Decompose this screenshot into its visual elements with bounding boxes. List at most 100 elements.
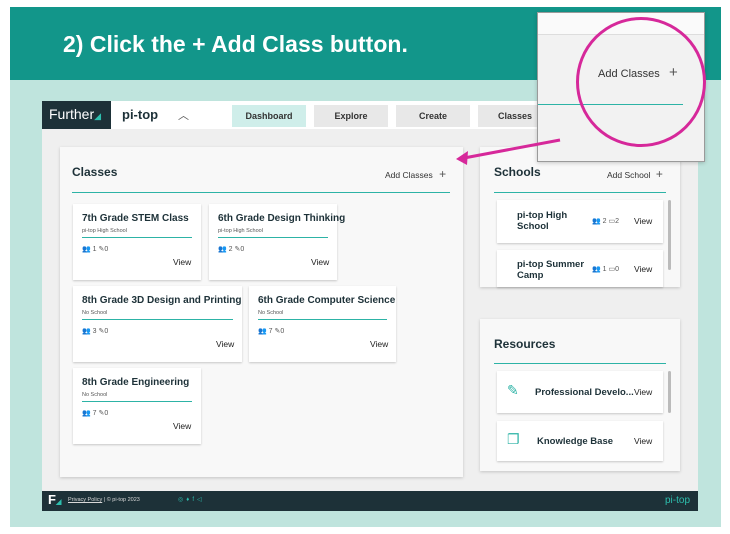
class-stats: 👥 1 ✎0 bbox=[82, 245, 108, 253]
school-card[interactable]: pi-top Summer Camp 👥 1 ▭0 View bbox=[497, 250, 663, 287]
class-count: 2 bbox=[615, 218, 620, 225]
school-selector[interactable]: pi-top bbox=[122, 107, 158, 122]
students-icon: 👥 bbox=[218, 246, 227, 253]
students-icon: 👥 bbox=[82, 328, 91, 335]
add-classes-label: Add Classes bbox=[385, 170, 433, 180]
class-title: 7th Grade STEM Class bbox=[82, 213, 189, 224]
plus-icon: + bbox=[439, 167, 447, 181]
discord-icon[interactable]: ◁ bbox=[197, 497, 205, 503]
students-icon: 👥 bbox=[258, 328, 267, 335]
highlight-circle bbox=[576, 17, 706, 147]
classes-divider bbox=[72, 192, 450, 193]
view-link[interactable]: View bbox=[634, 387, 652, 397]
resource-card[interactable]: ❐ Knowledge Base View bbox=[497, 421, 663, 461]
card-divider bbox=[82, 401, 192, 402]
class-stats: 👥 2 ✎0 bbox=[218, 245, 244, 253]
school-name: pi-top Summer Camp bbox=[517, 259, 585, 281]
student-count: 3 bbox=[92, 328, 97, 335]
school-name: pi-top High School bbox=[517, 210, 568, 232]
resources-panel: Resources ✎ Professional Develo... View … bbox=[480, 319, 680, 471]
footer-logo-text: F bbox=[48, 492, 56, 507]
students-icon: 👥 bbox=[592, 266, 601, 273]
further-logo[interactable]: Further◢ bbox=[42, 101, 111, 129]
privacy-link[interactable]: Privacy Policy bbox=[68, 497, 102, 503]
class-title: 8th Grade Engineering bbox=[82, 377, 190, 388]
view-link[interactable]: View bbox=[634, 264, 652, 274]
logo-accent-icon: ◢ bbox=[55, 499, 62, 506]
plus-icon: + bbox=[655, 167, 663, 181]
student-count: 7 bbox=[268, 328, 273, 335]
class-school: No School bbox=[82, 392, 108, 398]
resource-card[interactable]: ✎ Professional Develo... View bbox=[497, 371, 663, 413]
student-count: 1 bbox=[602, 266, 607, 273]
schools-panel: Schools Add School + pi-top High School … bbox=[480, 147, 680, 287]
class-school: pi-top High School bbox=[218, 228, 263, 234]
students-icon: 👥 bbox=[82, 410, 91, 417]
class-stats: 👥 7 ✎0 bbox=[82, 409, 108, 417]
view-link[interactable]: View bbox=[634, 216, 652, 226]
tab-explore[interactable]: Explore bbox=[314, 105, 388, 127]
view-link[interactable]: View bbox=[370, 339, 388, 349]
class-card[interactable]: 6th Grade Computer Science No School 👥 7… bbox=[249, 286, 396, 362]
tab-dashboard[interactable]: Dashboard bbox=[232, 105, 306, 127]
tab-create[interactable]: Create bbox=[396, 105, 470, 127]
add-school-label: Add School bbox=[607, 170, 651, 180]
app-window: Further◢ pi-top ︿ Dashboard Explore Crea… bbox=[42, 101, 698, 511]
student-count: 1 bbox=[92, 246, 97, 253]
schools-title: Schools bbox=[494, 165, 541, 179]
class-school: No School bbox=[82, 310, 108, 316]
edit-count: 0 bbox=[240, 246, 245, 253]
footer-logo: F◢ bbox=[48, 492, 61, 507]
teacher-icon: ✎ bbox=[507, 382, 519, 398]
class-card[interactable]: 6th Grade Design Thinking pi-top High Sc… bbox=[209, 204, 345, 280]
student-count: 7 bbox=[92, 410, 97, 417]
students-icon: 👥 bbox=[592, 218, 601, 225]
edit-count: 0 bbox=[104, 246, 109, 253]
dashboard-main: Classes Add Classes + 7th Grade STEM Cla… bbox=[42, 129, 698, 491]
resources-title: Resources bbox=[494, 337, 556, 351]
resource-name: Knowledge Base bbox=[537, 436, 614, 447]
edit-count: 0 bbox=[280, 328, 285, 335]
add-classes-button[interactable]: Add Classes + bbox=[385, 167, 446, 181]
view-link[interactable]: View bbox=[173, 421, 191, 431]
footer-text: Privacy Policy | © pi-top 2023 bbox=[68, 497, 140, 503]
class-title: 8th Grade 3D Design and Printing bbox=[82, 295, 242, 306]
class-card[interactable]: 7th Grade STEM Class pi-top High School … bbox=[73, 204, 201, 280]
instruction-text: 2) Click the + Add Class button. bbox=[63, 31, 408, 57]
school-stats: 👥 2 ▭2 bbox=[592, 217, 619, 225]
logo-accent-icon: ◢ bbox=[94, 111, 102, 121]
instagram-icon[interactable]: ◎ bbox=[178, 497, 186, 503]
edit-count: 0 bbox=[104, 328, 109, 335]
schools-scrollbar[interactable] bbox=[668, 200, 671, 270]
class-stats: 👥 3 ✎0 bbox=[82, 327, 108, 335]
view-link[interactable]: View bbox=[311, 257, 329, 267]
schools-divider bbox=[494, 192, 666, 193]
card-divider bbox=[258, 319, 387, 320]
view-link[interactable]: View bbox=[634, 436, 652, 446]
class-card[interactable]: 8th Grade 3D Design and Printing No Scho… bbox=[73, 286, 242, 362]
class-title: 6th Grade Design Thinking bbox=[218, 213, 346, 224]
book-icon: ❐ bbox=[507, 431, 520, 447]
footer: F◢ Privacy Policy | © pi-top 2023 ◎♦f◁ p… bbox=[42, 491, 698, 511]
class-school: pi-top High School bbox=[82, 228, 127, 234]
social-links: ◎♦f◁ bbox=[178, 496, 205, 503]
school-card[interactable]: pi-top High School 👥 2 ▭2 View bbox=[497, 200, 663, 243]
card-divider bbox=[218, 237, 328, 238]
class-count: 0 bbox=[615, 266, 620, 273]
chevron-up-icon[interactable]: ︿ bbox=[178, 107, 189, 123]
classes-title: Classes bbox=[72, 165, 118, 179]
class-card[interactable]: 8th Grade Engineering No School 👥 7 ✎0 V… bbox=[73, 368, 201, 444]
view-link[interactable]: View bbox=[173, 257, 191, 267]
card-divider bbox=[82, 237, 192, 238]
view-link[interactable]: View bbox=[216, 339, 234, 349]
class-title: 6th Grade Computer Science bbox=[258, 295, 396, 306]
copyright: | © pi-top 2023 bbox=[103, 497, 140, 503]
add-school-button[interactable]: Add School + bbox=[607, 167, 663, 181]
footer-brand: pi-top bbox=[664, 495, 690, 506]
school-stats: 👥 1 ▭0 bbox=[592, 265, 619, 273]
edit-count: 0 bbox=[104, 410, 109, 417]
resources-scrollbar[interactable] bbox=[668, 371, 671, 413]
logo-text: Further bbox=[49, 106, 95, 122]
card-divider bbox=[82, 319, 233, 320]
students-icon: 👥 bbox=[82, 246, 91, 253]
